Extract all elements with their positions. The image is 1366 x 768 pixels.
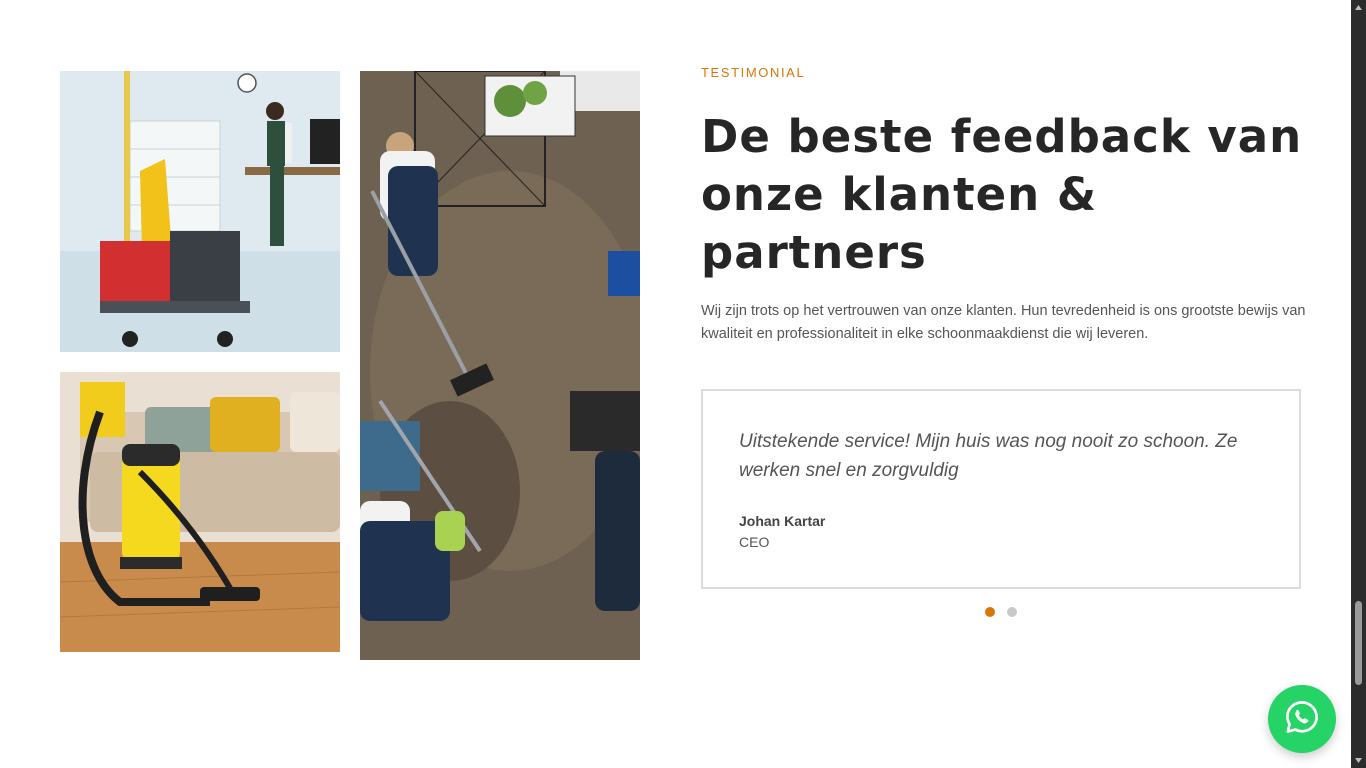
scrollbar-thumb[interactable] xyxy=(1355,601,1362,685)
photo-vacuum-living-room xyxy=(60,372,340,652)
carousel-pagination xyxy=(985,607,1017,617)
scroll-down-arrow-icon[interactable] xyxy=(1351,753,1366,768)
testimonial-quote: Uitstekende service! Mijn huis was nog n… xyxy=(739,431,1238,481)
carousel-dot-1[interactable] xyxy=(985,607,995,617)
whatsapp-button[interactable] xyxy=(1268,685,1336,753)
section-eyebrow: TESTIMONIAL xyxy=(701,65,806,80)
page: TESTIMONIAL De beste feedback van onze k… xyxy=(0,0,1351,768)
whatsapp-icon xyxy=(1284,699,1320,740)
section-headline: De beste feedback van onze klanten & par… xyxy=(701,110,1303,279)
scroll-up-arrow-icon[interactable] xyxy=(1351,0,1366,15)
testimonial-card: Uitstekende service! Mijn huis was nog n… xyxy=(701,389,1301,589)
photo-floor-cleaning-top-view xyxy=(360,71,640,660)
testimonial-role: CEO xyxy=(739,534,770,550)
carousel-dot-2[interactable] xyxy=(1007,607,1017,617)
section-lead-text: Wij zijn trots op het vertrouwen van onz… xyxy=(701,303,1306,342)
testimonial-author: Johan Kartar xyxy=(739,513,826,529)
photo-office-cleaning-cart xyxy=(60,71,340,352)
vertical-scrollbar[interactable] xyxy=(1351,0,1366,768)
